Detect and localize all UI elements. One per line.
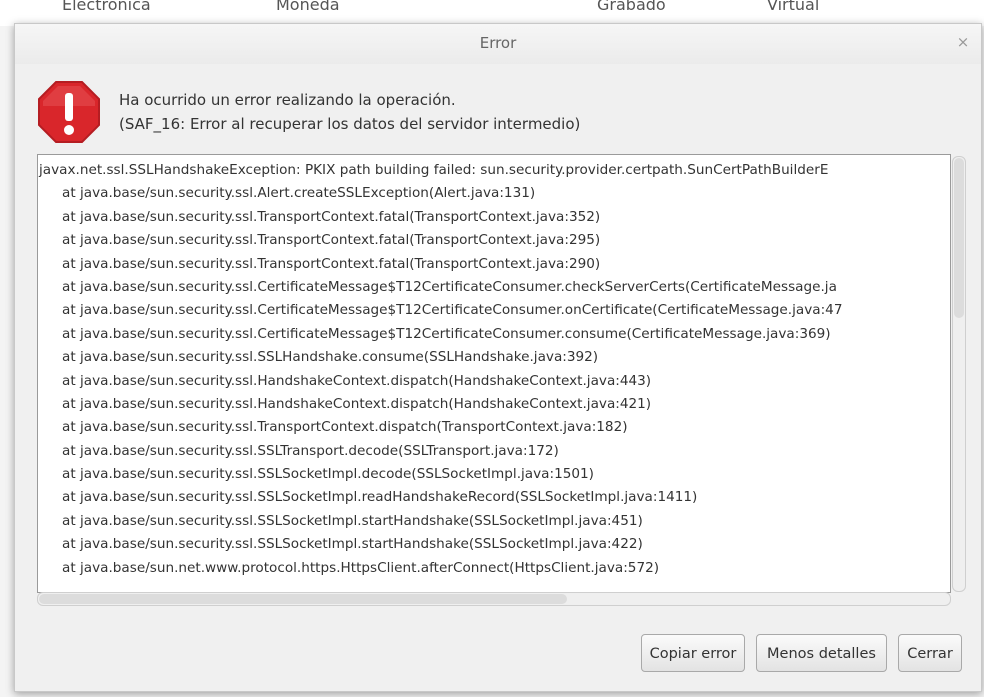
less-details-button[interactable]: Menos detalles (756, 634, 887, 672)
stack-trace-frame: at java.base/sun.security.ssl.Certificat… (62, 278, 837, 295)
close-button[interactable]: Cerrar (898, 634, 962, 672)
copy-error-button[interactable]: Copiar error (641, 634, 745, 672)
stack-trace-frame: at java.base/sun.security.ssl.TransportC… (62, 255, 601, 272)
stack-trace-frame: at java.base/sun.security.ssl.SSLTranspo… (62, 442, 559, 459)
horizontal-scrollbar-thumb[interactable] (39, 594, 567, 604)
stack-trace-frame: at java.base/sun.security.ssl.SSLSocketI… (62, 512, 643, 529)
stack-trace-frame: at java.base/sun.security.ssl.TransportC… (62, 419, 628, 436)
stack-trace-frame: at java.base/sun.security.ssl.SSLSocketI… (62, 489, 698, 506)
stack-trace-frame: at java.base/sun.security.ssl.Alert.crea… (62, 185, 536, 202)
background-tab-moneda: Moneda (276, 0, 340, 14)
stack-trace-frame: at java.base/sun.security.ssl.SSLSocketI… (62, 466, 594, 483)
dialog-titlebar[interactable]: Error × (15, 24, 981, 64)
error-dialog: Error × Ha ocurrido un error realizando … (14, 23, 982, 692)
error-octagon-icon (37, 80, 101, 144)
background-tab-grabado: Grabado (597, 0, 666, 14)
stack-trace-frame: at java.base/sun.security.ssl.SSLHandsha… (62, 349, 599, 366)
background-tab-electronica: Electrónica (62, 0, 151, 14)
stack-trace-lines: javax.net.ssl.SSLHandshakeException: PKI… (38, 159, 950, 580)
vertical-scrollbar[interactable] (952, 156, 966, 592)
dialog-title: Error (479, 34, 517, 52)
horizontal-scrollbar[interactable] (37, 592, 951, 606)
stack-trace-exception: javax.net.ssl.SSLHandshakeException: PKI… (39, 162, 829, 178)
stack-trace-frame: at java.base/sun.security.ssl.Certificat… (62, 302, 843, 319)
stack-trace-area[interactable]: javax.net.ssl.SSLHandshakeException: PKI… (37, 154, 951, 593)
stack-trace-frame: at java.base/sun.net.www.protocol.https.… (62, 559, 660, 576)
stack-trace-frame: at java.base/sun.security.ssl.Certificat… (62, 325, 831, 342)
error-message-line-1: Ha ocurrido un error realizando la opera… (119, 91, 456, 109)
stack-trace-frame: at java.base/sun.security.ssl.TransportC… (62, 208, 601, 225)
stack-trace-frame: at java.base/sun.security.ssl.HandshakeC… (62, 395, 652, 412)
stack-trace-frame: at java.base/sun.security.ssl.TransportC… (62, 232, 601, 249)
error-message: Ha ocurrido un error realizando la opera… (119, 88, 580, 136)
close-icon[interactable]: × (953, 32, 973, 52)
vertical-scrollbar-thumb[interactable] (954, 158, 964, 318)
stack-trace-frame: at java.base/sun.security.ssl.SSLSocketI… (62, 536, 643, 553)
background-tab-virtual: Virtual (767, 0, 820, 14)
error-message-line-2: (SAF_16: Error al recuperar los datos de… (119, 115, 581, 133)
stack-trace-frame: at java.base/sun.security.ssl.HandshakeC… (62, 372, 652, 389)
